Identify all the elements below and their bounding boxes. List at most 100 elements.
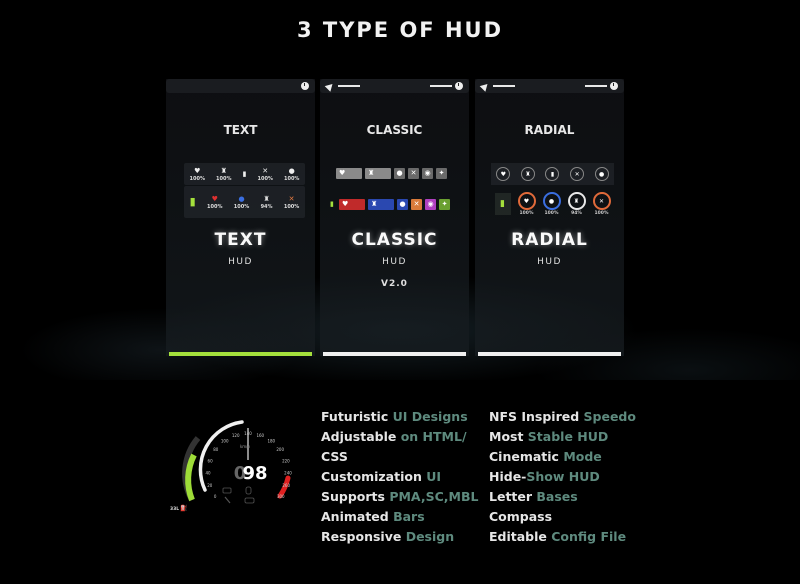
time-line	[430, 85, 452, 87]
compass-arrow-icon	[324, 80, 336, 92]
feature-secondary-text: Design	[405, 529, 455, 544]
heart-icon: ♥	[194, 166, 201, 175]
tick-label: 300	[277, 494, 285, 499]
status-item: ▮	[243, 170, 247, 178]
status-value: 100%	[216, 175, 232, 182]
feature-secondary-text: PMA,SC,MBL	[389, 489, 479, 504]
tick-label: 160	[256, 433, 264, 438]
card-select-bar[interactable]	[323, 352, 466, 356]
cross-icon: ✕	[570, 167, 585, 181]
clock-icon	[301, 82, 309, 90]
status-value: 100%	[284, 175, 300, 182]
fuel-arc-fill	[185, 453, 197, 502]
feature-item: Editable Config File	[489, 527, 636, 547]
card-version: V2.0	[381, 279, 408, 289]
armor-icon: ♜	[520, 167, 535, 181]
brain-icon: ◉	[425, 198, 436, 210]
feature-secondary-text: Config File	[551, 529, 627, 544]
card-select-bar[interactable]	[478, 352, 621, 356]
tick-label: 240	[284, 471, 292, 476]
heart-icon: ♥	[211, 194, 218, 203]
mic-icon: ▮	[545, 167, 560, 181]
feature-item: Compass	[489, 507, 636, 527]
feature-primary-text: Editable	[489, 529, 552, 544]
tick-label: 40	[205, 471, 211, 476]
feature-secondary-text: Stable HUD	[527, 429, 609, 444]
status-item: ▮	[190, 196, 196, 207]
time-line	[585, 85, 607, 87]
feature-item: Supports PMA,SC,MBL	[321, 487, 478, 507]
cross-icon: ✕	[411, 198, 422, 210]
feature-item: Hide-Show HUD	[489, 467, 636, 487]
status-value: 94%	[571, 211, 582, 216]
feature-secondary-text: on HTML/	[400, 429, 467, 444]
feature-primary-text: CSS	[321, 449, 348, 464]
radial-status-item: ♥ 100%	[517, 192, 536, 216]
hud-card-classic: CLASSIC ♥ ♜ ● ✕ ◉ ✦ ▮ ♥ ♜ ● ✕ ◉ ✦ CLASSIC HUD V2.0	[320, 79, 469, 356]
radial-status-item: ● 100%	[542, 192, 561, 216]
feature-item: Letter Bases	[489, 487, 636, 507]
status-row-colored: ▮ ♥ 100% ● 100% ♜ 94% ✕ 100%	[491, 187, 614, 221]
feature-secondary-text: Bases	[536, 489, 578, 504]
tick-label: 200	[276, 447, 284, 452]
feature-secondary-text: UI	[426, 469, 442, 484]
feature-item: Animated Bars	[321, 507, 478, 527]
armor-icon: ♜	[567, 192, 586, 210]
feature-primary-text: Cinematic	[489, 449, 564, 464]
status-item: ♜ 94%	[261, 195, 273, 210]
heart-icon: ♥	[517, 192, 536, 210]
feature-item: Most Stable HUD	[489, 427, 636, 447]
cross-icon: ✕	[592, 192, 611, 210]
features-list-right: NFS Inspired Speedo Most Stable HUD Cinema…	[489, 407, 636, 547]
card-type-label: TEXT	[223, 123, 258, 137]
status-value: 100%	[257, 175, 273, 182]
armor-icon: ♜	[220, 166, 227, 175]
status-row-colored: ▮ ♥ ♜ ● ✕ ◉ ✦	[330, 197, 461, 211]
feature-item: Cinematic Mode	[489, 447, 636, 467]
card-subtitle: HUD	[228, 257, 253, 267]
tick-label: 20	[207, 483, 213, 488]
drop-icon: ●	[397, 198, 408, 210]
hud-topbar	[320, 79, 469, 93]
heart-icon: ♥	[339, 198, 365, 210]
feature-primary-text: Hide-	[489, 469, 527, 484]
clock-icon	[455, 82, 463, 90]
status-value: 100%	[519, 211, 534, 216]
card-subtitle: HUD	[382, 257, 407, 267]
card-type-label: RADIAL	[524, 123, 575, 137]
speed-unit: km/h	[240, 444, 251, 449]
page-title: 3 TYPE OF HUD	[296, 18, 504, 42]
feature-secondary-text: UI Designs	[392, 409, 468, 424]
feature-item: Futuristic UI Designs	[321, 407, 478, 427]
hud-topbar	[166, 79, 315, 93]
feature-primary-text: Animated	[321, 509, 394, 524]
card-select-bar[interactable]	[169, 352, 312, 356]
status-item: ♜ 100%	[216, 167, 231, 182]
wrench-icon	[224, 496, 231, 504]
status-item: ✕ 100%	[257, 167, 272, 182]
feature-item: CSS	[321, 447, 478, 467]
hud-card-text: TEXT ♥ 100% ♜ 100% ▮ ✕ 100% ● 100% ▮ ♥ 100% ● 100% ♜ 9…	[166, 79, 315, 356]
compass-line	[338, 85, 360, 87]
tick-label: 80	[213, 447, 219, 452]
status-item: ✕ 100%	[284, 195, 299, 210]
drop-icon: ●	[542, 192, 561, 210]
feature-primary-text: NFS Inspired	[489, 409, 584, 424]
feature-item: Responsive Design	[321, 527, 478, 547]
mic-icon: ▮	[242, 170, 247, 178]
feature-secondary-text: Speedo	[583, 409, 636, 424]
radial-status-item: ♜ 94%	[567, 192, 586, 216]
tick-label: 220	[282, 458, 290, 463]
mic-icon: ▮	[494, 193, 511, 215]
feature-primary-text: Responsive	[321, 529, 406, 544]
tick-label: 100	[221, 439, 229, 444]
stamina-icon: ✦	[436, 167, 447, 179]
hud-card-radial: RADIAL ♥ ♜ ▮ ✕ ● ▮ ♥ 100% ● 100% ♜ 94% ✕ 100% RADIA…	[475, 79, 624, 356]
status-item: ● 100%	[234, 195, 249, 210]
engine-icon	[244, 497, 255, 504]
status-item: ● 100%	[284, 167, 299, 182]
feature-primary-text: Supports	[321, 489, 390, 504]
feature-primary-text: Adjustable	[321, 429, 401, 444]
features-list-left: Futuristic UI Designs Adjustable on HTML/…	[321, 407, 478, 547]
tick-label: 140	[244, 431, 252, 436]
